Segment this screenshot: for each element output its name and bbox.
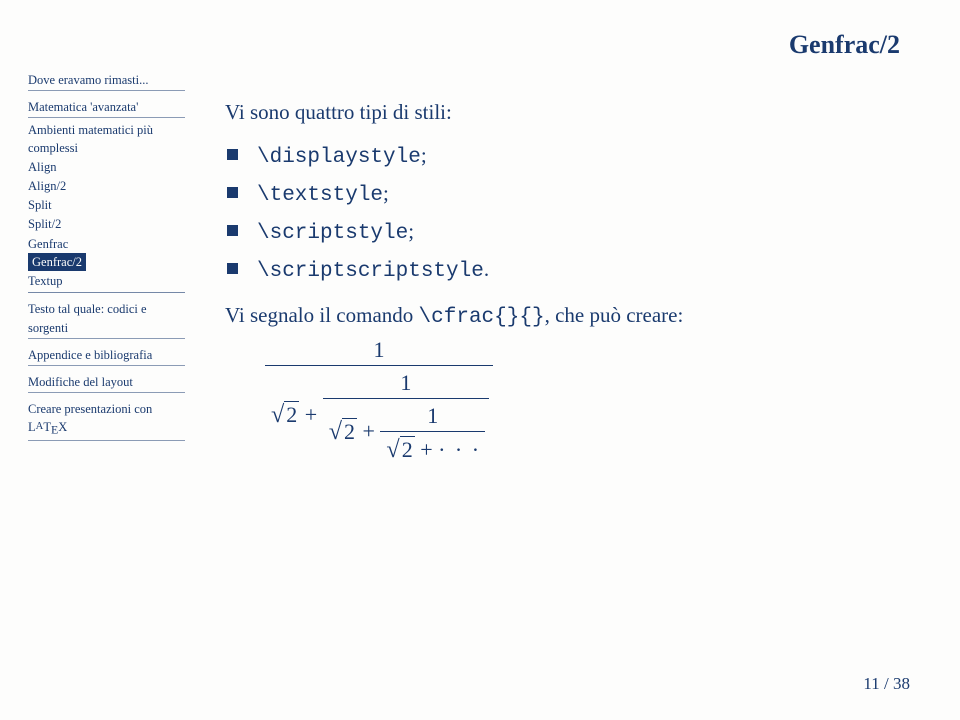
- page-number: 11 / 38: [863, 674, 910, 694]
- dots: · · ·: [438, 437, 481, 462]
- main-content: Genfrac/2 Vi sono quattro tipi di stili:…: [195, 0, 960, 720]
- bullet-displaystyle: \displaystyle;: [257, 143, 910, 169]
- rad-1: 2: [284, 401, 299, 428]
- frac-num-1: 1: [265, 337, 493, 366]
- nav-testo-tal-quale[interactable]: Testo tal quale: codici e sorgenti: [28, 299, 185, 338]
- nav-modifiche[interactable]: Modifiche del layout: [28, 372, 185, 393]
- para-post: , che può creare:: [545, 303, 684, 327]
- nav-creare-presentazioni[interactable]: Creare presentazioni con LATEX: [28, 399, 185, 441]
- style-list: \displaystyle; \textstyle; \scriptstyle;…: [225, 143, 910, 283]
- code-cfrac: \cfrac{}{}: [419, 306, 545, 329]
- suffix-3: .: [484, 257, 489, 281]
- frac-num-3: 1: [380, 403, 485, 432]
- frac-num-2: 1: [323, 370, 489, 399]
- rad-2: 2: [342, 418, 357, 445]
- nav-divider: [28, 292, 185, 293]
- para-pre: Vi segnalo il comando: [225, 303, 419, 327]
- nav-dove-eravamo[interactable]: Dove eravamo rimasti...: [28, 70, 185, 91]
- nav-align[interactable]: Align: [28, 158, 185, 177]
- nav-genfrac[interactable]: Genfrac: [28, 234, 185, 253]
- nav-genfrac2-current[interactable]: Genfrac/2: [28, 253, 86, 271]
- plus-2: +: [357, 419, 380, 444]
- plus-3: +: [415, 437, 438, 462]
- sqrt-2: 2: [327, 418, 357, 446]
- sqrt-1: 2: [269, 401, 299, 429]
- sidebar-nav: Dove eravamo rimasti... Matematica 'avan…: [0, 0, 195, 720]
- code-textstyle: \textstyle: [257, 184, 383, 207]
- latex-x: X: [58, 420, 67, 434]
- bullet-textstyle: \textstyle;: [257, 181, 910, 207]
- code-scriptscriptstyle: \scriptscriptstyle: [257, 260, 484, 283]
- plus-1: +: [299, 402, 322, 427]
- sqrt-3: 2: [384, 436, 414, 464]
- nav-textup[interactable]: Textup: [28, 271, 185, 290]
- continued-fraction: 1 2 + 1 2 + 1 2 + · · ·: [225, 337, 910, 464]
- intro-text: Vi sono quattro tipi di stili:: [225, 100, 910, 125]
- nav-split2[interactable]: Split/2: [28, 215, 185, 234]
- suffix-1: ;: [383, 181, 389, 205]
- slide-title: Genfrac/2: [225, 30, 910, 60]
- nav-ambienti[interactable]: Ambienti matematici più complessi: [28, 120, 185, 157]
- nav-appendice[interactable]: Appendice e bibliografia: [28, 345, 185, 366]
- suffix-2: ;: [408, 219, 414, 243]
- cfrac-paragraph: Vi segnalo il comando \cfrac{}{}, che pu…: [225, 301, 910, 332]
- rad-3: 2: [400, 436, 415, 463]
- code-scriptstyle: \scriptstyle: [257, 222, 408, 245]
- suffix-0: ;: [421, 143, 427, 167]
- nav-align2[interactable]: Align/2: [28, 177, 185, 196]
- nav-split[interactable]: Split: [28, 196, 185, 215]
- bullet-scriptscriptstyle: \scriptscriptstyle.: [257, 257, 910, 283]
- latex-t: T: [43, 420, 51, 434]
- code-displaystyle: \displaystyle: [257, 146, 421, 169]
- bullet-scriptstyle: \scriptstyle;: [257, 219, 910, 245]
- nav-matematica-avanzata[interactable]: Matematica 'avanzata': [28, 97, 185, 118]
